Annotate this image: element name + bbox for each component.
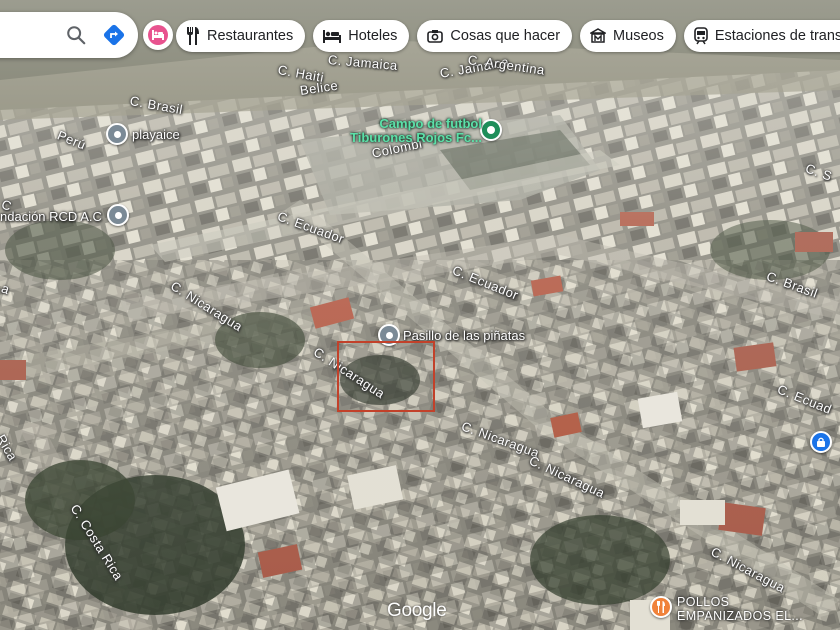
chip-label: Museos xyxy=(613,28,664,44)
poi-label-line: Campo de futbol xyxy=(379,116,482,131)
google-logo: Google xyxy=(387,600,447,621)
restaurant-pin-icon[interactable] xyxy=(650,596,672,618)
chip-hotels[interactable]: Hoteles xyxy=(313,20,410,52)
category-chips: Restaurantes Hoteles Cosas que hacer Mus… xyxy=(176,20,840,52)
hotel-filter-button[interactable] xyxy=(143,20,173,50)
chip-label: Hoteles xyxy=(348,28,398,44)
restaurant-icon xyxy=(187,27,199,45)
museum-icon xyxy=(590,28,607,43)
chip-museums[interactable]: Museos xyxy=(580,20,676,52)
shopping-pin-icon[interactable] xyxy=(810,431,832,453)
camera-icon xyxy=(427,30,444,43)
poi-label-campo-futbol[interactable]: Campo de futbol Tiburones Rojos Fc... xyxy=(350,117,482,145)
place-pin-icon[interactable] xyxy=(107,204,129,226)
poi-label-line: Tiburones Rojos Fc... xyxy=(350,130,482,145)
chip-transit[interactable]: Estaciones de transp... xyxy=(683,20,840,52)
park-pin-icon[interactable] xyxy=(480,119,502,141)
chip-label: Cosas que hacer xyxy=(450,28,561,44)
hotel-icon xyxy=(148,25,168,45)
train-icon xyxy=(694,27,708,45)
chip-things-to-do[interactable]: Cosas que hacer xyxy=(417,20,573,52)
chip-restaurants[interactable]: Restaurantes xyxy=(176,20,306,52)
poi-label-pollos[interactable]: POLLOS EMPANIZADOS EL... xyxy=(677,595,803,623)
search-box[interactable] xyxy=(0,12,138,58)
place-pin-icon[interactable] xyxy=(106,123,128,145)
chip-label: Estaciones de transp... xyxy=(714,28,840,44)
selection-box xyxy=(337,341,435,412)
search-icon[interactable] xyxy=(64,23,88,47)
poi-label-playaice[interactable]: playaice xyxy=(132,127,180,142)
poi-label-fundacion[interactable]: ndación RCD A.C xyxy=(0,209,102,224)
chip-label: Restaurantes xyxy=(207,28,294,44)
bed-icon xyxy=(323,30,342,43)
poi-label-line: EMPANIZADOS EL... xyxy=(677,609,804,623)
poi-label-line: POLLOS xyxy=(677,595,730,609)
directions-icon[interactable] xyxy=(102,23,126,47)
satellite-map[interactable] xyxy=(0,0,840,630)
